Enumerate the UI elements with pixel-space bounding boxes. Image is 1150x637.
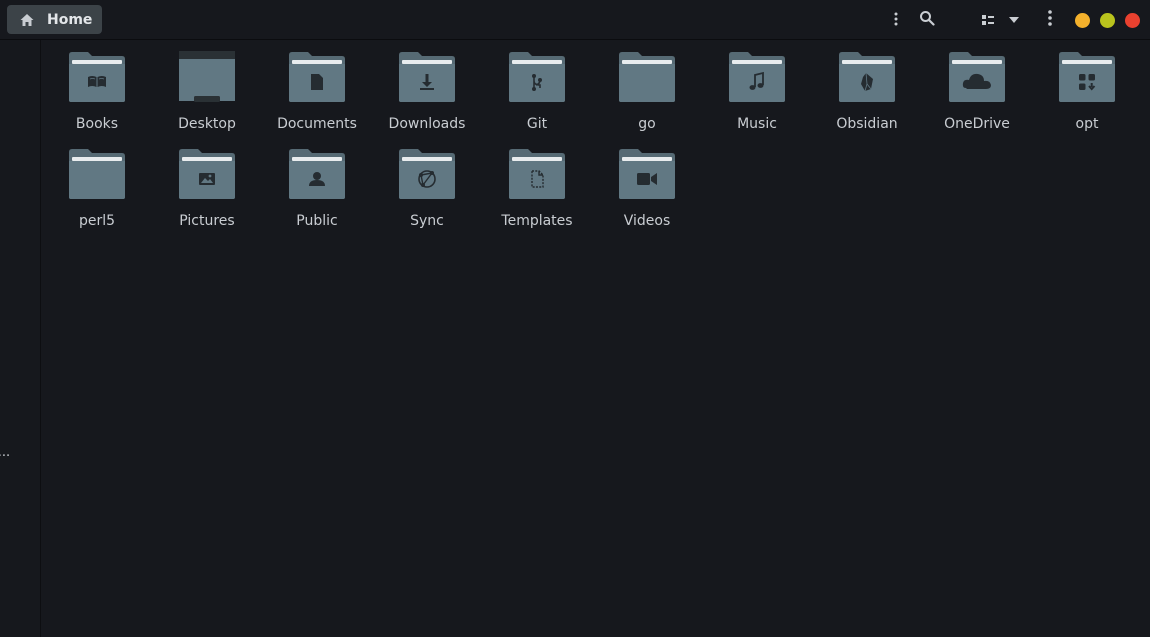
path-button-home[interactable]: Home [7,5,102,34]
folder-icon [178,148,236,200]
folder-item[interactable]: Templates [482,138,592,230]
folder-icon [68,148,126,200]
apps-icon [1059,52,1115,102]
folder-icon [728,51,786,103]
folder-label: Pictures [179,213,235,229]
close-button[interactable] [1125,13,1140,28]
folder-label: Music [737,116,777,132]
search-button[interactable] [917,10,937,30]
sidebar-item-label[interactable]: o... [0,445,10,460]
folder-item[interactable]: Obsidian [812,41,922,133]
path-label: Home [47,11,93,28]
book-icon [69,52,125,102]
folder-label: Videos [623,213,671,229]
folder-icon [288,51,346,103]
chevron-down-icon [1009,17,1019,23]
user-icon [289,149,345,199]
folder-label: Templates [501,213,573,229]
folder-item[interactable]: Documents [262,41,372,133]
folder-icon [1058,51,1116,103]
git-icon [509,52,565,102]
cloud-icon [949,52,1005,102]
folder-item[interactable]: go [592,41,702,133]
folder-label: Sync [410,213,444,229]
folder-label: Git [526,116,548,132]
folder-item[interactable]: perl5 [42,138,152,230]
maximize-button[interactable] [1100,13,1115,28]
image-icon [179,149,235,199]
folder-item[interactable]: Downloads [372,41,482,133]
folder-label: opt [1075,116,1099,132]
folder-item[interactable]: Desktop [152,41,262,133]
folder-item[interactable]: Music [702,41,812,133]
more-vertical-icon [1048,10,1052,30]
folder-icon [838,51,896,103]
folder-label: Documents [277,116,357,132]
folder-item[interactable]: OneDrive [922,41,1032,133]
document-icon [289,52,345,102]
folder-label: Downloads [388,116,466,132]
folder-item[interactable]: opt [1032,41,1142,133]
header-bar: Home [0,0,1150,40]
search-icon [919,10,935,30]
desktop-icon [179,51,235,102]
view-list-icon [981,13,995,27]
folder-icon [508,51,566,103]
minimize-button[interactable] [1075,13,1090,28]
home-icon [19,12,35,28]
folder-item[interactable]: Git [482,41,592,133]
file-grid: Books Desktop Documents Downloads Git go Music… [42,41,1150,637]
folder-icon [508,148,566,200]
folder-label: Books [75,116,119,132]
folder-icon [178,51,236,103]
folder-icon [288,148,346,200]
folder-icon [398,148,456,200]
sync-icon [399,149,455,199]
obsidian-icon [839,52,895,102]
folder-label: Obsidian [836,116,898,132]
folder-item[interactable]: Pictures [152,138,262,230]
music-icon [729,52,785,102]
view-options-button[interactable] [976,10,1024,30]
folder-label: perl5 [78,213,116,229]
path-menu-button[interactable] [888,10,904,30]
folder-item[interactable]: Public [262,138,372,230]
folder-icon [398,51,456,103]
folder-icon [68,51,126,103]
more-vertical-icon [894,11,898,30]
folder-icon [618,148,676,200]
folder-icon [948,51,1006,103]
main-menu-button[interactable] [1042,10,1058,30]
folder-label: Desktop [178,116,236,132]
template-icon [509,149,565,199]
folder-label: go [638,116,656,132]
download-icon [399,52,455,102]
folder-item[interactable]: Videos [592,138,702,230]
folder-item[interactable]: Sync [372,138,482,230]
folder-label: Public [296,213,338,229]
folder-icon [618,51,676,103]
sidebar: o... [0,40,41,637]
folder-label: OneDrive [944,116,1010,132]
folder-item[interactable]: Books [42,41,152,133]
video-icon [619,149,675,199]
